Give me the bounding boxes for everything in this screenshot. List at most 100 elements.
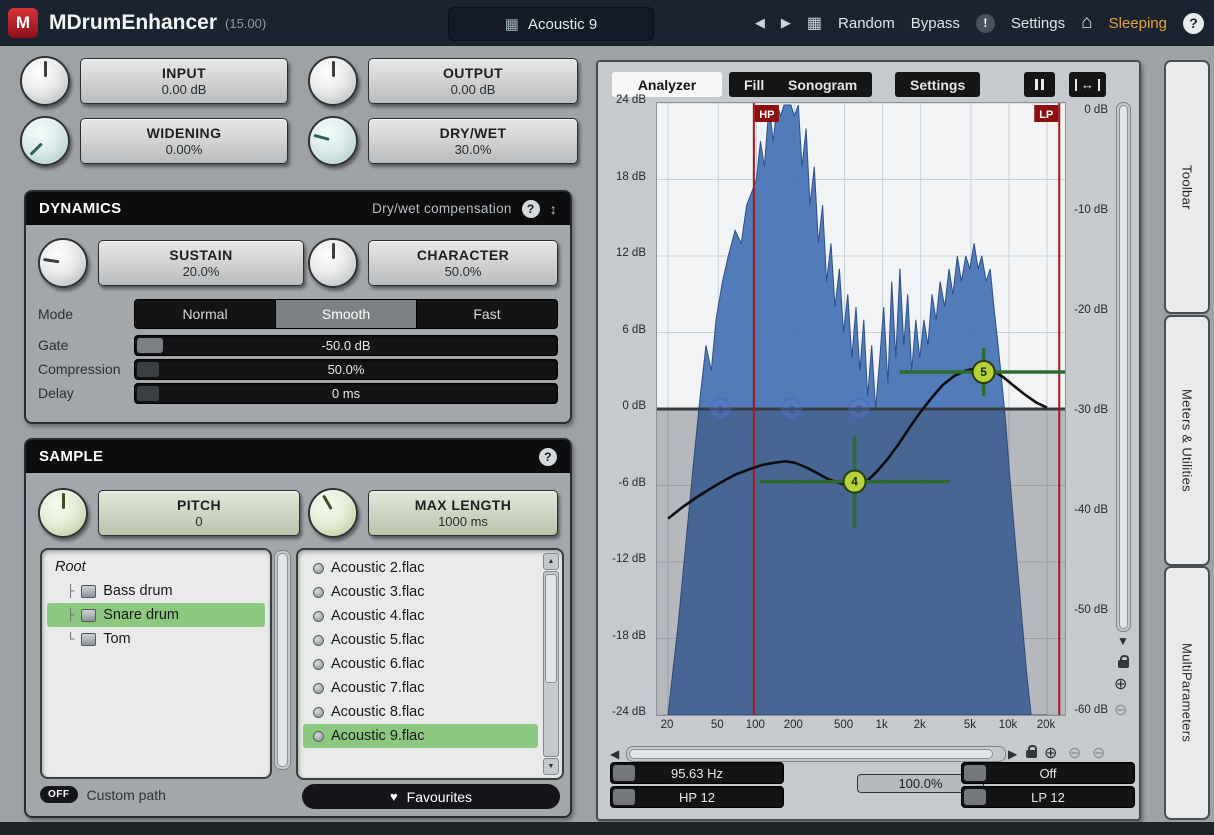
widening-knob[interactable] [20,116,70,166]
scrollbar-handle[interactable] [545,574,557,683]
slider-handle[interactable] [964,789,986,805]
save-preset-icon[interactable]: ▦ [807,13,822,33]
drywet-knob[interactable] [308,116,358,166]
slider-handle[interactable] [137,386,159,401]
file-label: Acoustic 5.flac [331,632,425,648]
character-knob[interactable] [308,238,358,288]
mode-smooth-button[interactable]: Smooth [276,300,417,328]
zoom-out-vertical-icon[interactable]: ⊖ [1114,700,1127,720]
side-tab-multiparameters[interactable]: MultiParameters [1164,566,1210,820]
max-length-display[interactable]: MAX LENGTH 1000 ms [368,490,558,536]
vertical-scrollbar[interactable] [1116,102,1131,632]
zoom-out-horizontal-icon[interactable]: ⊖ [1068,743,1081,763]
hp-frequency-slider[interactable]: 95.63 Hz [610,762,784,784]
file-item[interactable]: Acoustic 4.flac [303,604,538,628]
slider-handle[interactable] [137,338,163,353]
slider-handle[interactable] [613,789,635,805]
file-item[interactable]: Acoustic 8.flac [303,700,538,724]
pause-button[interactable] [1024,72,1055,97]
character-display[interactable]: CHARACTER 50.0% [368,240,558,286]
scroll-down-button[interactable]: ▼ [543,758,559,775]
fit-horizontal-button[interactable]: ↔ [1069,72,1106,97]
lp-mode-selector[interactable]: LP 12 [961,786,1135,808]
tree-item-bass-drum[interactable]: Bass drum [47,579,265,603]
pitch-display[interactable]: PITCH 0 [98,490,300,536]
drum-icon [81,585,96,598]
scroll-left-button[interactable]: ◀ [610,747,619,761]
hp-mode-selector[interactable]: HP 12 [610,786,784,808]
scrollbar-track[interactable] [543,571,559,757]
side-tab-meters-utilities[interactable]: Meters & Utilities [1164,315,1210,566]
plugin-window: M MDrumEnhancer (15.00) ▦ Acoustic 9 ◀ ▶… [0,0,1214,835]
previous-preset-button[interactable]: ◀ [755,15,765,31]
compression-slider[interactable]: 50.0% [134,359,558,380]
file-item[interactable]: Acoustic 7.flac [303,676,538,700]
file-item[interactable]: Acoustic 2.flac [303,556,538,580]
zoom-in-vertical-icon[interactable]: ⊕ [1114,674,1127,694]
tab-sonogram[interactable]: Sonogram [773,72,872,97]
file-item[interactable]: Acoustic 6.flac [303,652,538,676]
drywet-compensation-option[interactable]: Dry/wet compensation [372,201,512,216]
file-item[interactable]: Acoustic 9.flac [303,724,538,748]
scroll-right-button[interactable]: ▶ [1008,747,1017,761]
input-display[interactable]: INPUT 0.00 dB [80,58,288,104]
scroll-up-button[interactable]: ▲ [543,553,559,570]
lock-horizontal-icon[interactable] [1026,750,1037,758]
custom-path-toggle[interactable]: OFF [40,786,78,803]
home-icon[interactable]: ⌂ [1081,12,1092,34]
frequency-tick-label: 100 [739,719,771,731]
drywet-display[interactable]: DRY/WET 30.0% [368,118,578,164]
zoom-reset-icon[interactable]: ⊖ [1092,743,1105,763]
tree-item-snare-drum[interactable]: Snare drum [47,603,265,627]
gate-slider[interactable]: -50.0 dB [134,335,558,356]
output-display[interactable]: OUTPUT 0.00 dB [368,58,578,104]
left-scale-label: 0 dB [600,400,646,412]
random-button[interactable]: Random [838,15,895,32]
scroll-down-button[interactable]: ▼ [1117,634,1129,648]
horizontal-scrollbar[interactable] [626,746,1006,762]
zoom-in-horizontal-icon[interactable]: ⊕ [1044,743,1057,763]
settings-button[interactable]: Settings [1011,15,1065,32]
mode-fast-button[interactable]: Fast [417,300,557,328]
delay-slider[interactable]: 0 ms [134,383,558,404]
sample-category-tree[interactable]: Root Bass drum Snare drum Tom [40,548,272,779]
file-list-scrollbar[interactable]: ▲ ▼ [543,553,559,775]
notification-icon[interactable]: ! [976,14,995,33]
file-item[interactable]: Acoustic 5.flac [303,628,538,652]
tree-scrollbar[interactable] [274,550,291,770]
tab-settings[interactable]: Settings [895,72,980,97]
sleeping-button[interactable]: Sleeping [1109,15,1167,32]
bypass-button[interactable]: Bypass [911,15,960,32]
sample-icon [313,563,324,574]
help-icon[interactable]: ? [522,200,540,218]
lp-frequency-slider[interactable]: Off [961,762,1135,784]
tree-root-item[interactable]: Root [47,555,265,579]
help-icon[interactable]: ? [539,448,557,466]
collapse-expand-icon[interactable]: ↕ [550,201,557,217]
sustain-display[interactable]: SUSTAIN 20.0% [98,240,304,286]
favourites-button[interactable]: ♥ Favourites [302,784,560,809]
side-tab-toolbar[interactable]: Toolbar [1164,60,1210,314]
help-icon[interactable]: ? [1183,13,1204,34]
mode-normal-button[interactable]: Normal [135,300,276,328]
tree-item-tom[interactable]: Tom [47,627,265,651]
next-preset-button[interactable]: ▶ [781,15,791,31]
left-scale-label: 6 dB [600,324,646,336]
tree-connector [67,631,74,647]
max-length-knob[interactable] [308,488,358,538]
sample-file-list[interactable]: Acoustic 2.flac Acoustic 3.flac Acoustic… [296,548,564,780]
slider-handle[interactable] [137,362,159,377]
slider-handle[interactable] [613,765,635,781]
output-knob[interactable] [308,56,358,106]
sustain-knob[interactable] [38,238,88,288]
svg-text:1: 1 [717,404,723,416]
widening-display[interactable]: WIDENING 0.00% [80,118,288,164]
spectrum-plot[interactable]: HPLP12345 [656,102,1066,716]
pitch-knob[interactable] [38,488,88,538]
tab-fill[interactable]: Fill [729,72,779,97]
file-item[interactable]: Acoustic 3.flac [303,580,538,604]
input-knob[interactable] [20,56,70,106]
lock-vertical-icon[interactable] [1118,660,1129,668]
slider-handle[interactable] [964,765,986,781]
preset-selector[interactable]: ▦ Acoustic 9 [448,7,654,41]
